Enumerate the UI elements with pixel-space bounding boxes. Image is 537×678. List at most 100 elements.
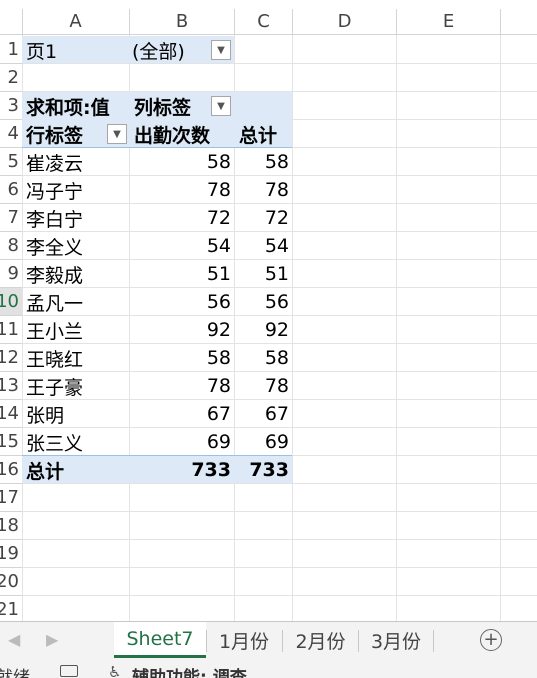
tab-sheet7[interactable]: Sheet7: [114, 622, 206, 658]
col-sep: [22, 9, 23, 35]
column-gridline: [292, 35, 293, 621]
pivot-row-name[interactable]: 王子豪: [26, 372, 83, 400]
row-gridline: [22, 539, 537, 540]
pivot-row-count[interactable]: 92: [130, 316, 234, 344]
pivot-grand-label[interactable]: 总计: [26, 456, 64, 484]
column-header-c[interactable]: C: [235, 9, 292, 35]
row-gridline: [22, 595, 537, 596]
filter-value[interactable]: (全部): [132, 36, 185, 64]
pivot-row-name[interactable]: 张明: [26, 400, 64, 428]
row-header-5[interactable]: 5: [0, 148, 22, 176]
col-sep: [234, 9, 235, 35]
pivot-row-total[interactable]: 69: [235, 428, 292, 456]
pivot-row-count[interactable]: 58: [130, 344, 234, 372]
row-label-dropdown-icon[interactable]: ▼: [107, 124, 127, 144]
row-gridline: [22, 63, 537, 64]
pivot-row-count[interactable]: 51: [130, 260, 234, 288]
column-header-e[interactable]: E: [397, 9, 500, 35]
column-label-dropdown-icon[interactable]: ▼: [211, 96, 231, 116]
status-bar: 就绪 ♿ 辅助功能: 调查: [0, 659, 537, 678]
accessibility-icon[interactable]: ♿: [108, 663, 121, 678]
tab-sep: [433, 630, 434, 652]
pivot-row-total[interactable]: 51: [235, 260, 292, 288]
pivot-row-total[interactable]: 54: [235, 232, 292, 260]
row-header-6[interactable]: 6: [0, 176, 22, 204]
column-gridline: [500, 35, 501, 621]
pivot-row-count[interactable]: 69: [130, 428, 234, 456]
pivot-row-name[interactable]: 孟凡一: [26, 288, 83, 316]
pivot-row-count[interactable]: 78: [130, 372, 234, 400]
row-gridline: [22, 511, 537, 512]
row-header-15[interactable]: 15: [0, 428, 22, 456]
filter-dropdown-icon[interactable]: ▼: [211, 40, 231, 60]
row-header-8[interactable]: 8: [0, 232, 22, 260]
row-header-16[interactable]: 16: [0, 456, 22, 484]
column-gridline: [396, 35, 397, 621]
pivot-attendance-header[interactable]: 出勤次数: [134, 120, 210, 148]
row-header-20[interactable]: 20: [0, 568, 22, 596]
col-sep: [396, 9, 397, 35]
macro-record-icon[interactable]: [60, 665, 78, 677]
row-header-4[interactable]: 4: [0, 120, 22, 148]
row-header-2[interactable]: 2: [0, 64, 22, 92]
tab-january[interactable]: 1月份: [207, 622, 281, 658]
pivot-row-total[interactable]: 92: [235, 316, 292, 344]
pivot-sum-label[interactable]: 求和项:值: [26, 92, 110, 120]
tab-march[interactable]: 3月份: [359, 622, 433, 658]
pivot-row-total[interactable]: 78: [235, 176, 292, 204]
row-header-13[interactable]: 13: [0, 372, 22, 400]
pivot-row-count[interactable]: 56: [130, 288, 234, 316]
pivot-row-name[interactable]: 李全义: [26, 232, 83, 260]
pivot-row-name[interactable]: 崔凌云: [26, 148, 83, 176]
row-header-3[interactable]: 3: [0, 92, 22, 120]
column-header-d[interactable]: D: [293, 9, 396, 35]
chevron-left-icon[interactable]: ◀: [8, 630, 20, 649]
row-header-19[interactable]: 19: [0, 540, 22, 568]
row-header-17[interactable]: 17: [0, 484, 22, 512]
pivot-row-count[interactable]: 78: [130, 176, 234, 204]
row-header-7[interactable]: 7: [0, 204, 22, 232]
col-sep: [500, 9, 501, 35]
row-header-14[interactable]: 14: [0, 400, 22, 428]
column-header-a[interactable]: A: [22, 9, 129, 35]
accessibility-status[interactable]: 辅助功能: 调查: [132, 663, 247, 678]
row-header-1[interactable]: 1: [0, 36, 22, 64]
pivot-row-label[interactable]: 行标签: [26, 120, 83, 148]
pivot-total-header[interactable]: 总计: [239, 120, 277, 148]
pivot-grand-count[interactable]: 733: [130, 456, 234, 484]
row-header-21[interactable]: 21: [0, 596, 22, 624]
col-sep: [292, 9, 293, 35]
chevron-right-icon[interactable]: ▶: [46, 630, 58, 649]
pivot-row-name[interactable]: 李毅成: [26, 260, 83, 288]
pivot-row-name[interactable]: 王晓红: [26, 344, 83, 372]
tab-february[interactable]: 2月份: [283, 622, 358, 658]
pivot-row-total[interactable]: 56: [235, 288, 292, 316]
pivot-row-name[interactable]: 李白宁: [26, 204, 83, 232]
pivot-row-total[interactable]: 67: [235, 400, 292, 428]
plus-circle-icon[interactable]: +: [480, 629, 502, 651]
col-sep: [129, 9, 130, 35]
row-header-9[interactable]: 9: [0, 260, 22, 288]
pivot-row-name[interactable]: 冯子宁: [26, 176, 83, 204]
pivot-row-total[interactable]: 72: [235, 204, 292, 232]
pivot-row-count[interactable]: 67: [130, 400, 234, 428]
pivot-grand-total[interactable]: 733: [235, 456, 292, 484]
pivot-row-total[interactable]: 58: [235, 344, 292, 372]
filter-label[interactable]: 页1: [26, 36, 57, 64]
pivot-row-total[interactable]: 58: [235, 148, 292, 176]
row-header-12[interactable]: 12: [0, 344, 22, 372]
row-gridline: [22, 567, 537, 568]
pivot-row-count[interactable]: 72: [130, 204, 234, 232]
pivot-row-total[interactable]: 78: [235, 372, 292, 400]
sheet-tab-bar: ◀ ▶ Sheet7 1月份 2月份 3月份 +: [0, 621, 537, 659]
pivot-row-count[interactable]: 58: [130, 148, 234, 176]
pivot-row-name[interactable]: 张三义: [26, 428, 83, 456]
column-header-b[interactable]: B: [130, 9, 234, 35]
row-header-18[interactable]: 18: [0, 512, 22, 540]
row-header-11[interactable]: 11: [0, 316, 22, 344]
pivot-row-name[interactable]: 王小兰: [26, 316, 83, 344]
row-header-10[interactable]: 10: [0, 288, 22, 316]
pivot-row-count[interactable]: 54: [130, 232, 234, 260]
pivot-column-label[interactable]: 列标签: [134, 92, 191, 120]
status-ready: 就绪: [0, 668, 30, 678]
